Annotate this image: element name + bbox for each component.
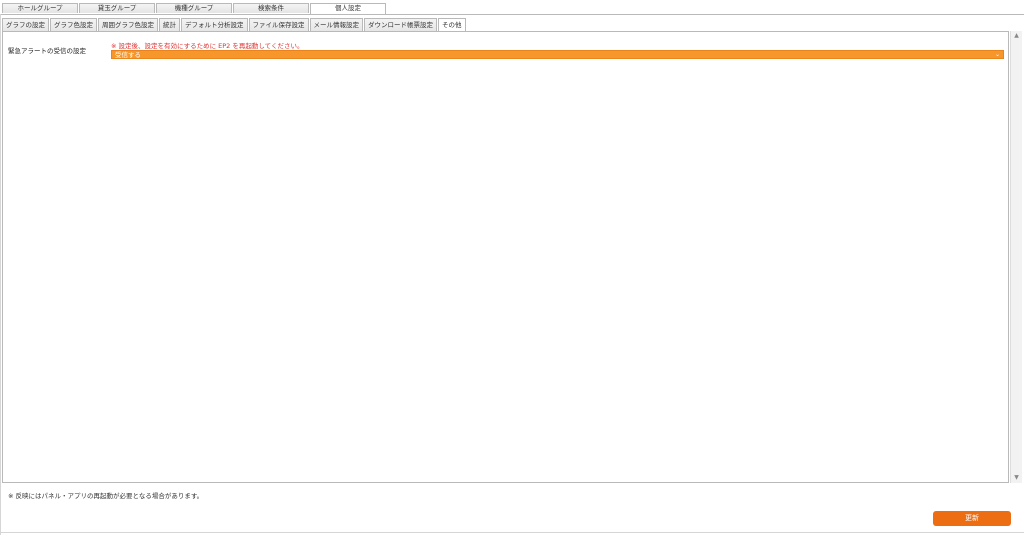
sub-tab-bar: グラフの設定 グラフ色設定 周囲グラフ色設定 統計 デフォルト分析設定 ファイル…	[2, 18, 467, 31]
scroll-up-icon[interactable]: ▲	[1011, 31, 1022, 41]
settings-panel	[2, 31, 1009, 483]
restart-notice: ※ 設定後、設定を有効にするために EP2 を再起動してください。	[111, 42, 304, 50]
tab-search-conditions[interactable]: 検索条件	[233, 3, 309, 13]
tab-lending-group[interactable]: 貸玉グループ	[79, 3, 155, 13]
update-button[interactable]: 更新	[933, 511, 1011, 526]
tab-divider	[0, 14, 1024, 15]
scroll-down-icon[interactable]: ▼	[1011, 473, 1022, 483]
emergency-alert-label: 緊急アラートの受信の設定	[8, 47, 86, 55]
window-left-edge	[0, 14, 1, 535]
top-tab-bar: ホールグループ 貸玉グループ 機種グループ 検索条件 個人設定	[2, 3, 387, 14]
subtab-other[interactable]: その他	[438, 18, 466, 31]
subtab-surrounding-graph-color[interactable]: 周囲グラフ色設定	[98, 18, 158, 31]
tab-hall-group[interactable]: ホールグループ	[2, 3, 78, 13]
subtab-statistics[interactable]: 統計	[159, 18, 180, 31]
chevron-down-icon[interactable]: ⌄	[995, 51, 1000, 59]
emergency-alert-select[interactable]: 受信する ⌄	[111, 50, 1004, 59]
tab-personal-settings[interactable]: 個人設定	[310, 3, 386, 14]
subtab-graph-color[interactable]: グラフ色設定	[50, 18, 97, 31]
bottom-border	[0, 532, 1024, 533]
footer-note: ※ 反映にはパネル・アプリの再起動が必要となる場合があります。	[8, 492, 204, 500]
subtab-mail-info[interactable]: メール情報設定	[309, 18, 363, 31]
subtab-graph-settings[interactable]: グラフの設定	[2, 18, 49, 31]
tab-machine-group[interactable]: 機種グループ	[156, 3, 232, 13]
subtab-file-save[interactable]: ファイル保存設定	[248, 18, 309, 31]
emergency-alert-value: 受信する	[115, 51, 141, 59]
subtab-default-analysis[interactable]: デフォルト分析設定	[181, 18, 248, 31]
vertical-scrollbar[interactable]: ▲ ▼	[1010, 31, 1022, 483]
subtab-download-report[interactable]: ダウンロード帳票設定	[364, 18, 437, 31]
